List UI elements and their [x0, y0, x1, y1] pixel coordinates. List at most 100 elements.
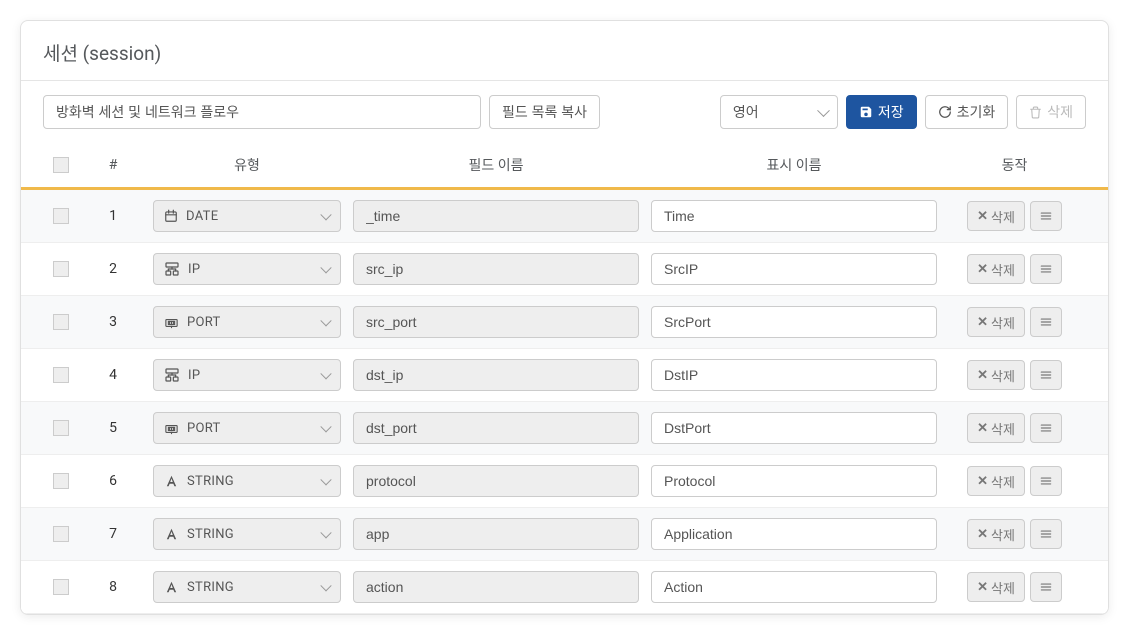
row-delete-button[interactable]: ✕ 삭제 — [967, 519, 1025, 549]
row-drag-handle[interactable] — [1030, 360, 1062, 390]
row-delete-button[interactable]: ✕ 삭제 — [967, 466, 1025, 496]
row-checkbox[interactable] — [53, 473, 69, 489]
reset-button[interactable]: 초기화 — [925, 95, 1009, 129]
close-icon: ✕ — [977, 208, 988, 224]
display-name-input[interactable] — [651, 571, 937, 603]
string-type-icon — [164, 580, 179, 594]
port-type-icon — [164, 315, 179, 329]
column-type: 유형 — [147, 155, 347, 175]
type-label: DATE — [186, 209, 218, 224]
row-checkbox[interactable] — [53, 261, 69, 277]
type-select[interactable]: STRING — [153, 571, 341, 603]
row-checkbox[interactable] — [53, 579, 69, 595]
session-panel: 세션 (session) 필드 목록 복사 영어 저장 초기화 — [20, 20, 1109, 615]
type-label: STRING — [187, 527, 234, 542]
row-drag-handle[interactable] — [1030, 466, 1062, 496]
save-button[interactable]: 저장 — [846, 95, 917, 129]
menu-icon — [1039, 421, 1053, 435]
field-name-input[interactable] — [353, 571, 639, 603]
column-display-name: 표시 이름 — [645, 155, 943, 175]
row-checkbox[interactable] — [53, 314, 69, 330]
row-delete-label: 삭제 — [991, 419, 1015, 438]
string-type-icon — [164, 527, 179, 541]
toolbar: 필드 목록 복사 영어 저장 초기화 — [21, 81, 1108, 143]
display-name-input[interactable] — [651, 518, 937, 550]
copy-fields-button[interactable]: 필드 목록 복사 — [489, 95, 600, 129]
save-icon — [859, 105, 873, 119]
port-type-icon — [164, 421, 179, 435]
type-select[interactable]: STRING — [153, 465, 341, 497]
type-select[interactable]: IP — [153, 253, 341, 285]
display-name-input[interactable] — [651, 359, 937, 391]
field-name-input[interactable] — [353, 465, 639, 497]
row-drag-handle[interactable] — [1030, 413, 1062, 443]
row-drag-handle[interactable] — [1030, 254, 1062, 284]
close-icon: ✕ — [977, 261, 988, 277]
row-delete-button[interactable]: ✕ 삭제 — [967, 201, 1025, 231]
row-checkbox[interactable] — [53, 526, 69, 542]
string-type-icon — [164, 474, 179, 488]
row-delete-label: 삭제 — [991, 472, 1015, 491]
row-drag-handle[interactable] — [1030, 519, 1062, 549]
display-name-input[interactable] — [651, 306, 937, 338]
row-index: 3 — [79, 314, 147, 330]
row-delete-button[interactable]: ✕ 삭제 — [967, 572, 1025, 602]
column-field-name: 필드 이름 — [347, 155, 645, 175]
language-select[interactable]: 영어 — [720, 95, 838, 129]
row-drag-handle[interactable] — [1030, 307, 1062, 337]
row-drag-handle[interactable] — [1030, 201, 1062, 231]
table-row: 6 STRING ✕ 삭제 — [21, 455, 1108, 508]
row-index: 6 — [79, 473, 147, 489]
menu-icon — [1039, 315, 1053, 329]
field-name-input[interactable] — [353, 306, 639, 338]
table-row: 4 IP ✕ 삭제 — [21, 349, 1108, 402]
column-action: 동작 — [943, 155, 1086, 175]
delete-label: 삭제 — [1047, 102, 1073, 122]
display-name-input[interactable] — [651, 200, 937, 232]
row-index: 4 — [79, 367, 147, 383]
close-icon: ✕ — [977, 367, 988, 383]
type-select[interactable]: DATE — [153, 200, 341, 232]
type-label: PORT — [187, 421, 221, 436]
row-delete-button[interactable]: ✕ 삭제 — [967, 413, 1025, 443]
type-select[interactable]: PORT — [153, 306, 341, 338]
type-label: STRING — [187, 580, 234, 595]
type-select[interactable]: PORT — [153, 412, 341, 444]
table-row: 3 PORT ✕ 삭제 — [21, 296, 1108, 349]
row-delete-button[interactable]: ✕ 삭제 — [967, 360, 1025, 390]
row-checkbox[interactable] — [53, 208, 69, 224]
row-delete-button[interactable]: ✕ 삭제 — [967, 307, 1025, 337]
field-name-input[interactable] — [353, 253, 639, 285]
table-row: 1 DATE ✕ 삭제 — [21, 190, 1108, 243]
row-delete-button[interactable]: ✕ 삭제 — [967, 254, 1025, 284]
field-name-input[interactable] — [353, 359, 639, 391]
row-index: 8 — [79, 579, 147, 595]
type-select[interactable]: STRING — [153, 518, 341, 550]
ip-type-icon — [164, 368, 180, 382]
table-row: 5 PORT ✕ 삭제 — [21, 402, 1108, 455]
row-drag-handle[interactable] — [1030, 572, 1062, 602]
table-row: 7 STRING ✕ 삭제 — [21, 508, 1108, 561]
language-select-wrap: 영어 — [720, 95, 838, 129]
row-index: 5 — [79, 420, 147, 436]
select-all-checkbox[interactable] — [53, 157, 69, 173]
field-name-input[interactable] — [353, 412, 639, 444]
field-name-input[interactable] — [353, 200, 639, 232]
row-checkbox[interactable] — [53, 420, 69, 436]
delete-button[interactable]: 삭제 — [1016, 95, 1086, 129]
menu-icon — [1039, 580, 1053, 594]
close-icon: ✕ — [977, 473, 988, 489]
row-checkbox[interactable] — [53, 367, 69, 383]
description-input[interactable] — [43, 95, 481, 129]
display-name-input[interactable] — [651, 253, 937, 285]
type-label: IP — [188, 368, 200, 383]
column-index: # — [79, 157, 147, 173]
type-select[interactable]: IP — [153, 359, 341, 391]
display-name-input[interactable] — [651, 412, 937, 444]
type-label: STRING — [187, 474, 234, 489]
fields-table: # 유형 필드 이름 표시 이름 동작 1 DATE ✕ 삭제 — [21, 143, 1108, 614]
table-header: # 유형 필드 이름 표시 이름 동작 — [21, 143, 1108, 190]
display-name-input[interactable] — [651, 465, 937, 497]
table-row: 2 IP ✕ 삭제 — [21, 243, 1108, 296]
field-name-input[interactable] — [353, 518, 639, 550]
